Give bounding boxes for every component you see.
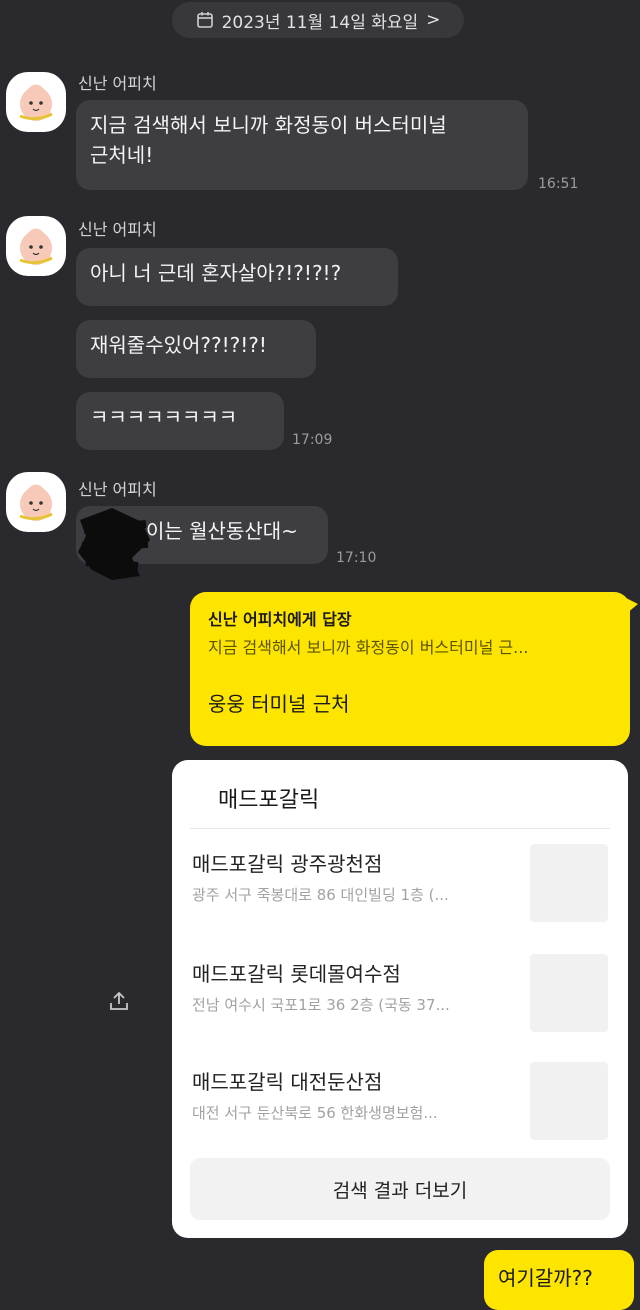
reply-bubble[interactable]: 신난 어피치에게 답장 지금 검색해서 보니까 화정동이 버스터미널 근... … [190,592,638,746]
apeach-avatar-icon [19,84,53,121]
sender-avatar[interactable] [6,472,66,532]
result-address: 광주 서구 죽봉대로 86 대인빌딩 1층 (... [192,886,449,904]
result-address: 전남 여수시 국포1로 36 2층 (국동 37... [192,996,450,1014]
sender-name: 신난 어피치 [78,480,157,499]
result-address: 대전 서구 둔산북로 56 한화생명보험... [192,1104,438,1122]
reply-title: 신난 어피치에게 답장 [208,610,352,629]
date-text: 2023년 11월 14일 화요일 [221,12,419,33]
search-result-item[interactable]: 매드포갈릭 대전둔산점 대전 서구 둔산북로 56 한화생명보험... [192,1062,612,1146]
message-bubble[interactable]: ㅋㅋㅋㅋㅋㅋㅋㅋ [76,392,284,450]
search-result-card[interactable]: 매드포갈릭 매드포갈릭 광주광천점 광주 서구 죽봉대로 86 대인빌딩 1층 … [172,760,628,1238]
share-icon [110,991,128,1010]
sender-avatar[interactable] [6,72,66,132]
card-title: 매드포갈릭 [218,788,320,813]
message-bubble[interactable]: 지금 검색해서 보니까 화정동이 버스터미널 근처네! [76,100,528,190]
bubble-tail [626,598,638,614]
sender-name: 신난 어피치 [78,220,157,239]
result-thumbnail [530,1062,608,1140]
apeach-avatar-icon [19,484,53,521]
apeach-avatar-icon [19,228,53,265]
message-text: 여기갈까?? [498,1266,593,1290]
message-time: 16:51 [538,176,579,192]
message-bubble[interactable]: 재워줄수있어??!?!?! [76,320,316,378]
message-text: ㅋㅋㅋㅋㅋㅋㅋㅋ [90,405,238,429]
result-name: 매드포갈릭 대전둔산점 [192,1070,383,1094]
sender-name: 신난 어피치 [78,74,157,93]
redaction-scribble [78,508,150,580]
search-result-item[interactable]: 매드포갈릭 롯데몰여수점 전남 여수시 국포1로 36 2층 (국동 37... [192,954,612,1038]
message-time: 17:09 [292,432,333,448]
share-button[interactable] [98,980,140,1022]
sender-avatar[interactable] [6,216,66,276]
more-results-button[interactable]: 검색 결과 더보기 [190,1158,610,1220]
result-thumbnail [530,844,608,922]
result-name: 매드포갈릭 광주광천점 [192,852,383,876]
calendar-icon [196,12,213,28]
message-text: 지금 검색해서 보니까 화정동이 버스터미널 [90,113,447,137]
my-message-bubble[interactable]: 여기갈까?? [484,1250,634,1310]
date-header[interactable]: 2023년 11월 14일 화요일 > [172,2,464,38]
reply-message: 웅웅 터미널 근처 [208,692,350,716]
reply-quote[interactable]: 지금 검색해서 보니까 화정동이 버스터미널 근... [208,634,612,658]
message-text: 아니 너 근데 혼자살아?!?!?!? [90,261,342,285]
message-time: 17:10 [336,550,377,566]
result-name: 매드포갈릭 롯데몰여수점 [192,962,401,986]
divider [190,828,610,829]
message-text: 이는 월산동산대~ [146,519,298,543]
message-text: 근처네! [90,143,154,167]
message-bubble[interactable]: 아니 너 근데 혼자살아?!?!?!? [76,248,398,306]
chevron-right-icon: > [426,10,441,30]
search-result-item[interactable]: 매드포갈릭 광주광천점 광주 서구 죽봉대로 86 대인빌딩 1층 (... [192,844,612,928]
result-thumbnail [530,954,608,1032]
message-text: 재워줄수있어??!?!?! [90,333,267,357]
